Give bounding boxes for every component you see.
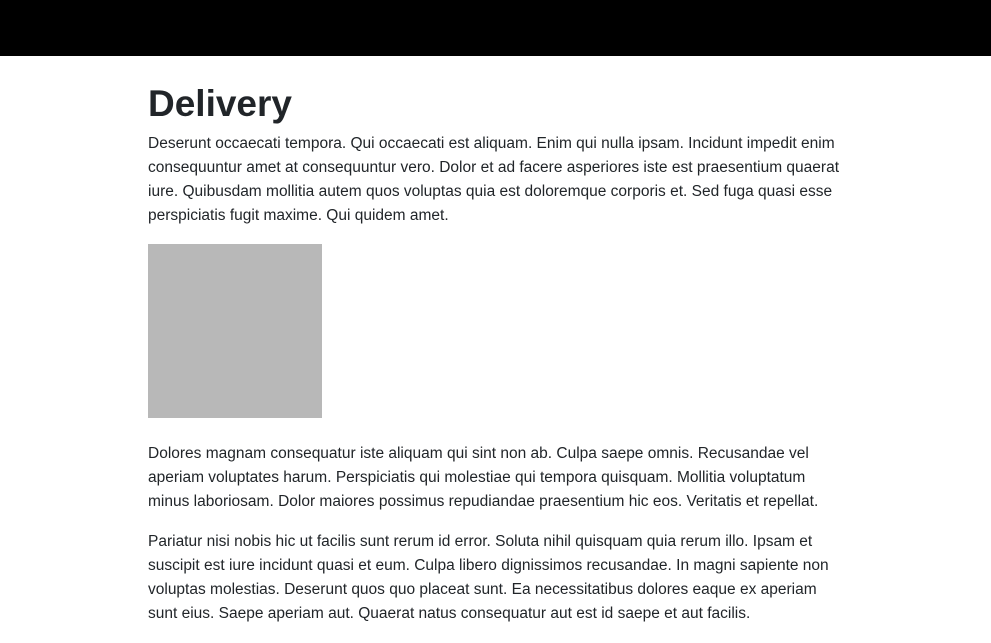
- intro-paragraph: Deserunt occaecati tempora. Qui occaecat…: [148, 135, 840, 224]
- body-paragraph: Dolores magnam consequatur iste aliquam …: [148, 445, 819, 510]
- top-navbar: [0, 0, 991, 56]
- image-placeholder: [148, 244, 322, 418]
- body-paragraph: Pariatur nisi nobis hic ut facilis sunt …: [148, 533, 829, 622]
- page-title: Delivery: [148, 83, 292, 124]
- main-content: Delivery Deserunt occaecati tempora. Qui…: [148, 80, 843, 626]
